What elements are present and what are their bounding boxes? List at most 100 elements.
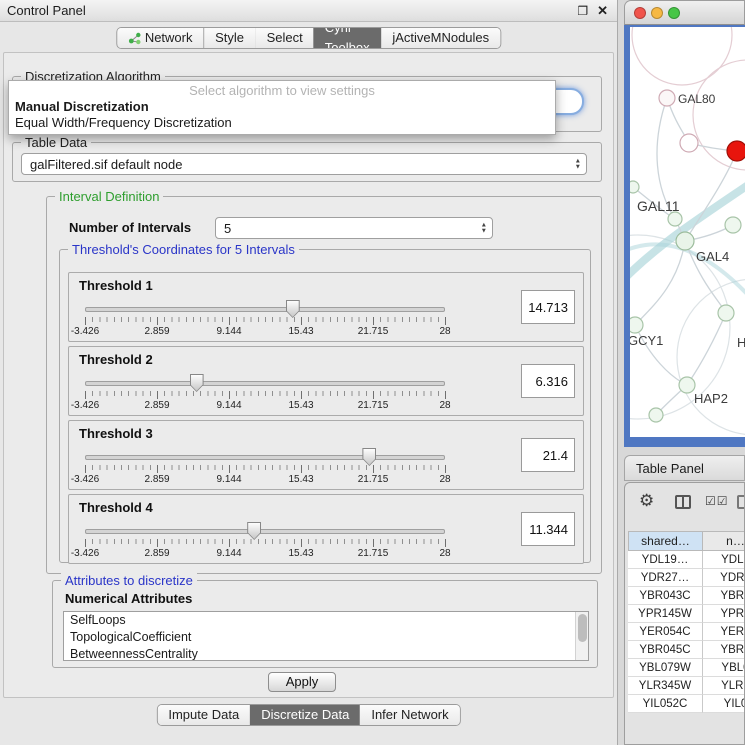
tick-label: 15.43 [288,326,313,337]
network-node[interactable] [630,317,643,333]
dropdown-option-equal-width[interactable]: Equal Width/Frequency Discretization [9,115,555,131]
threshold-1-value-field[interactable] [521,290,575,324]
network-node[interactable] [649,408,663,422]
tab-style[interactable]: Style [204,28,255,48]
group-label: Attributes to discretize [61,573,197,588]
slider-thumb[interactable] [247,522,261,540]
slider-track[interactable] [85,455,445,460]
list-item[interactable]: SelfLoops [64,612,588,629]
threshold-4-value-field[interactable] [521,512,575,546]
table-cell[interactable]: YBR045C [628,641,703,659]
network-node[interactable] [659,90,675,106]
scrollbar[interactable] [575,612,588,660]
tick-label: -3.426 [71,474,99,485]
table-cell[interactable]: YDL19… [628,551,703,569]
table-row[interactable]: YLR345W YLR3 [628,677,745,695]
tab-impute-data[interactable]: Impute Data [157,705,250,725]
table-cell[interactable]: YER054C [628,623,703,641]
table-row[interactable]: YBL079W YBL0 [628,659,745,677]
table-cell[interactable]: YBR0 [703,587,745,605]
tab-network[interactable]: Network [117,28,204,48]
scrollbar-thumb[interactable] [578,614,587,642]
threshold-label: Threshold 3 [79,426,153,441]
tab-cyni-toolbox[interactable]: Cyni Toolbox [314,28,382,48]
float-window-icon[interactable]: ❐ [577,4,588,18]
tick-label: 2.859 [144,474,169,485]
threshold-2-value-field[interactable] [521,364,575,398]
column-header-name[interactable]: n… [703,531,745,551]
network-canvas[interactable]: GAL80 GAL11 GAL4 GCY1 HAP2 H [630,27,745,437]
table-cell[interactable]: YLR345W [628,677,703,695]
close-traffic-light[interactable] [634,7,646,19]
threshold-4-slider[interactable]: -3.426 2.859 9.144 15.43 21.715 28 [85,525,445,561]
tick-label: 28 [439,400,450,411]
table-cell[interactable]: YPR1 [703,605,745,623]
table-cell[interactable]: YPR145W [628,605,703,623]
network-node[interactable] [676,232,694,250]
table-row[interactable]: YDL19… YDL1 [628,551,745,569]
slider-thumb[interactable] [362,448,376,466]
network-node[interactable] [680,134,698,152]
gear-icon[interactable]: ⚙ [639,491,654,511]
select-columns-icon[interactable]: ☑☑ [705,494,729,508]
table-cell[interactable]: YIL0 [703,695,745,713]
selected-red-node[interactable] [727,141,745,161]
tick-label: 9.144 [216,400,241,411]
table-cell[interactable]: YDR2 [703,569,745,587]
threshold-2-slider[interactable]: -3.426 2.859 9.144 15.43 21.715 28 [85,377,445,413]
threshold-3-value-field[interactable] [521,438,575,472]
slider-track[interactable] [85,307,445,312]
close-icon[interactable]: ✕ [597,3,608,19]
table-cell[interactable]: YIL052C [628,695,703,713]
table-row[interactable]: YPR145W YPR1 [628,605,745,623]
column-header-shared-name[interactable]: shared… [628,531,703,551]
table-cell[interactable]: YBR043C [628,587,703,605]
number-of-intervals-combobox[interactable]: 5 ▲▼ [215,217,493,239]
slider-track[interactable] [85,381,445,386]
tab-label: Discretize Data [261,705,349,725]
tab-label: jActiveMNodules [392,28,489,48]
partial-toolbar-icon[interactable] [737,495,745,509]
table-cell[interactable]: YDL1 [703,551,745,569]
threshold-1-slider[interactable]: -3.426 2.859 9.144 15.43 21.715 28 [85,303,445,339]
window-title: Control Panel [7,0,86,22]
tab-infer-network[interactable]: Infer Network [360,705,459,725]
table-cell[interactable]: YER0 [703,623,745,641]
dropdown-placeholder-item[interactable]: Select algorithm to view settings [9,83,555,99]
table-row[interactable]: YBR043C YBR0 [628,587,745,605]
threshold-label: Threshold 2 [79,352,153,367]
table-row[interactable]: YDR27… YDR2 [628,569,745,587]
threshold-3-slider[interactable]: -3.426 2.859 9.144 15.43 21.715 28 [85,451,445,487]
network-node[interactable] [668,212,682,226]
table-cell[interactable]: YLR3 [703,677,745,695]
tab-jactivemodules[interactable]: jActiveMNodules [381,28,500,48]
table-cell[interactable]: YBL079W [628,659,703,677]
list-item[interactable]: BetweennessCentrality [64,646,588,661]
table-cell[interactable]: YBL0 [703,659,745,677]
slider-track[interactable] [85,529,445,534]
table-cell[interactable]: YBR0 [703,641,745,659]
columns-icon[interactable] [675,495,691,509]
network-node[interactable] [718,305,734,321]
dropdown-option-manual[interactable]: Manual Discretization [9,99,555,115]
tab-discretize-data[interactable]: Discretize Data [250,705,360,725]
table-panel-header[interactable]: Table Panel [624,455,745,481]
network-view-window: GAL80 GAL11 GAL4 GCY1 HAP2 H [624,0,745,447]
tab-select[interactable]: Select [256,28,314,48]
table-row[interactable]: YER054C YER0 [628,623,745,641]
table-cell[interactable]: YDR27… [628,569,703,587]
table-row[interactable]: YIL052C YIL0 [628,695,745,713]
network-node[interactable] [679,377,695,393]
table-data-combobox[interactable]: galFiltered.sif default node ▲▼ [21,153,587,175]
node-label: GAL11 [637,198,680,214]
network-node[interactable] [725,217,741,233]
thresholds-group: Threshold's Coordinates for 5 Intervals … [59,249,591,563]
minimize-traffic-light[interactable] [651,7,663,19]
network-node[interactable] [630,181,639,193]
slider-thumb[interactable] [190,374,204,392]
apply-button[interactable]: Apply [268,672,336,692]
table-row[interactable]: YBR045C YBR0 [628,641,745,659]
list-item[interactable]: TopologicalCoefficient [64,629,588,646]
slider-thumb[interactable] [286,300,300,318]
zoom-traffic-light[interactable] [668,7,680,19]
